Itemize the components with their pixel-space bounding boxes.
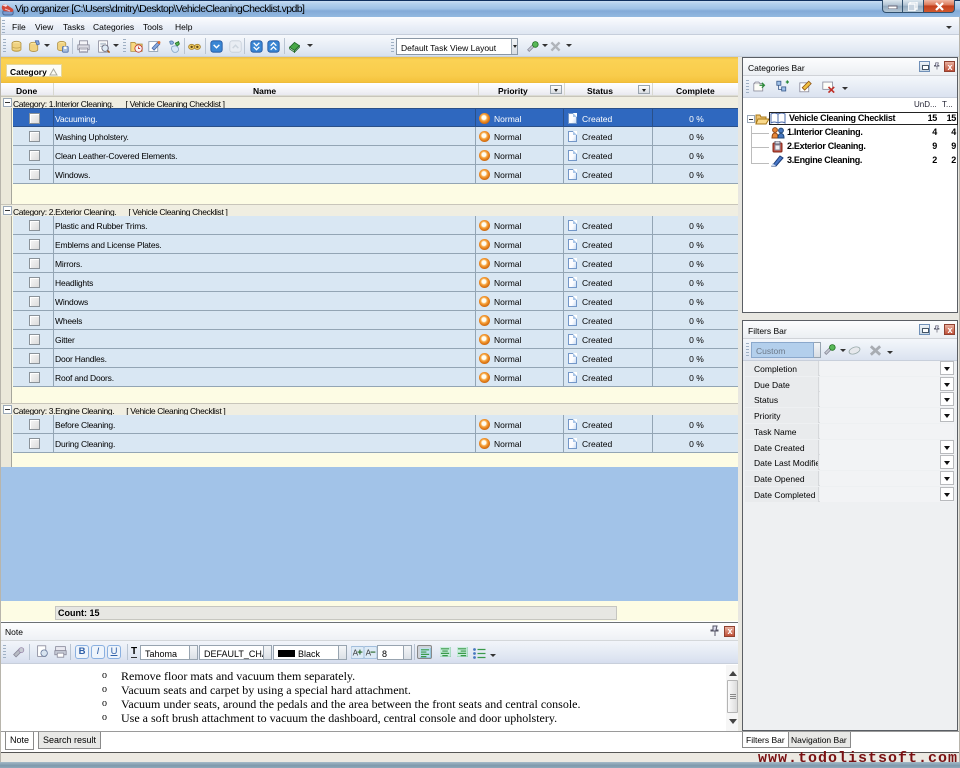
svg-text:A: A <box>353 648 359 657</box>
svg-text:A: A <box>366 648 372 657</box>
